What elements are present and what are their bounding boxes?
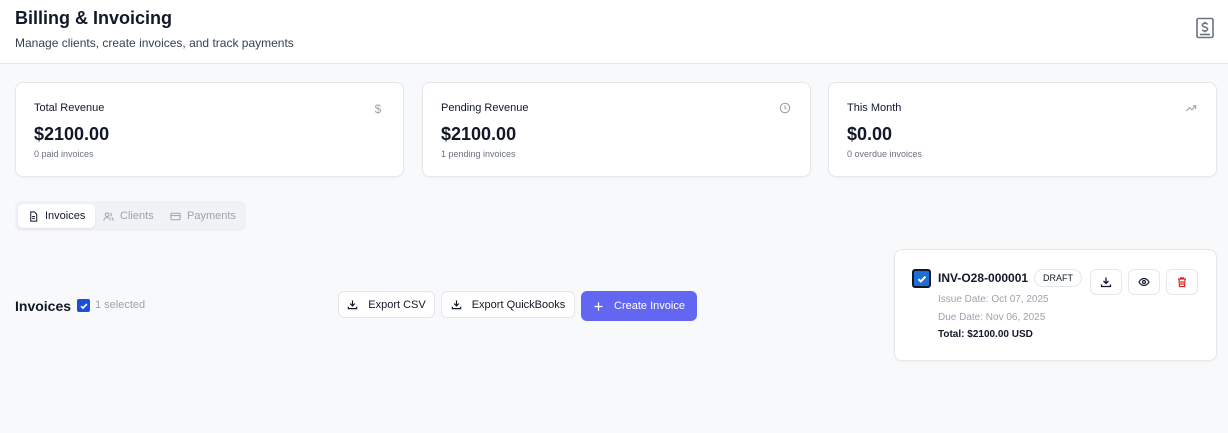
button-label: Export QuickBooks	[471, 298, 566, 311]
dollar-receipt-icon	[1195, 17, 1215, 39]
tab-label: Invoices	[45, 210, 86, 222]
page-title: Billing & Invoicing	[15, 8, 172, 28]
selected-count: 1 selected	[95, 299, 146, 311]
users-icon	[103, 211, 114, 221]
export-quickbooks-button[interactable]: Export QuickBooks	[441, 291, 575, 318]
invoices-section-title: Invoices	[15, 298, 72, 314]
stat-sub: 0 paid invoices	[34, 149, 94, 159]
trending-up-icon	[1184, 102, 1198, 116]
invoice-checkbox[interactable]	[912, 269, 931, 288]
dollar-icon: $	[374, 102, 382, 116]
status-badge: DRAFT	[1034, 269, 1082, 287]
stat-value: $2100.00	[441, 124, 517, 144]
page-header: Billing & Invoicing Manage clients, crea…	[0, 0, 1228, 64]
invoice-number: INV-O28-000001	[938, 271, 1029, 285]
tab-label: Payments	[187, 210, 236, 222]
tab-label: Clients	[120, 210, 154, 222]
invoice-total: Total: $2100.00 USD	[938, 329, 1033, 340]
tab-bar: Invoices Clients Payments	[15, 201, 246, 231]
tab-invoices[interactable]: Invoices	[18, 204, 96, 228]
stat-value: $2100.00	[34, 124, 110, 144]
download-icon	[348, 300, 358, 310]
stat-card-pending-revenue: Pending Revenue $2100.00 1 pending invoi…	[422, 82, 811, 177]
clock-icon	[778, 102, 792, 116]
view-invoice-button[interactable]	[1128, 269, 1160, 295]
plus-icon	[594, 301, 603, 311]
button-label: Export CSV	[368, 298, 426, 311]
tab-payments[interactable]: Payments	[160, 204, 246, 228]
stat-card-total-revenue: Total Revenue $ $2100.00 0 paid invoices	[15, 82, 404, 177]
trash-icon	[1178, 277, 1186, 288]
download-invoice-button[interactable]	[1090, 269, 1122, 295]
stat-sub: 0 overdue invoices	[847, 149, 923, 159]
create-invoice-button[interactable]: Create Invoice	[581, 291, 697, 321]
invoice-card[interactable]: INV-O28-000001 DRAFT Issue Date: Oct 07,…	[894, 249, 1217, 361]
export-csv-button[interactable]: Export CSV	[338, 291, 435, 318]
download-icon	[1100, 277, 1112, 288]
invoice-due-date: Due Date: Nov 06, 2025	[938, 312, 1046, 323]
invoice-issue-date: Issue Date: Oct 07, 2025	[938, 294, 1049, 305]
delete-invoice-button[interactable]	[1166, 269, 1198, 295]
stat-label: Pending Revenue	[441, 102, 529, 114]
checkmark-icon	[917, 275, 926, 283]
tab-clients[interactable]: Clients	[93, 204, 164, 228]
document-icon	[30, 210, 38, 222]
credit-card-icon	[170, 212, 181, 220]
stat-sub: 1 pending invoices	[441, 149, 516, 159]
eye-icon	[1138, 277, 1150, 287]
page-subtitle: Manage clients, create invoices, and tra…	[15, 36, 294, 50]
checkmark-icon	[79, 302, 88, 309]
stat-label: Total Revenue	[34, 102, 105, 114]
download-icon	[451, 300, 461, 310]
stat-value: $0.00	[847, 124, 893, 144]
button-label: Create Invoice	[614, 300, 685, 312]
stat-card-this-month: This Month $0.00 0 overdue invoices	[828, 82, 1217, 177]
select-all-checkbox[interactable]	[77, 299, 90, 312]
stat-label: This Month	[847, 102, 902, 114]
